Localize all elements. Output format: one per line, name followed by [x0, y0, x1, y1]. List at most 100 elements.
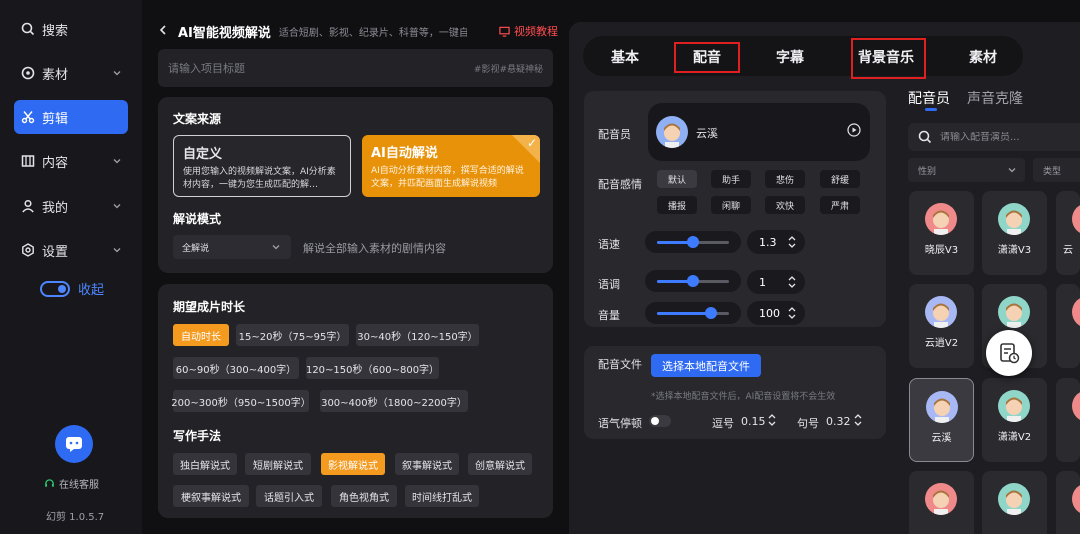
chevron-down-icon	[112, 155, 122, 170]
writing-option[interactable]: 时间线打乱式	[405, 485, 479, 507]
content-icon	[20, 153, 36, 169]
voice-card[interactable]	[1056, 378, 1080, 462]
writing-option[interactable]: 影视解说式	[321, 453, 385, 475]
period-value[interactable]: 0.32	[826, 415, 851, 428]
avatar	[926, 391, 958, 423]
emotion-option[interactable]: 舒缓	[820, 170, 860, 188]
speed-stepper[interactable]: 1.3	[747, 230, 805, 254]
writing-option[interactable]: 叙事解说式	[395, 453, 459, 475]
stepper-arrows-icon[interactable]	[787, 234, 797, 253]
voice-search-input[interactable]	[940, 131, 1080, 143]
tab-subtitle[interactable]: 字幕	[776, 47, 804, 67]
voice-card[interactable]: 云	[1056, 191, 1080, 275]
tutorial-link[interactable]: 视频教程	[499, 23, 558, 39]
voice-card-name: 云逍V2	[924, 338, 959, 349]
online-service-label: 在线客服	[59, 480, 99, 491]
emotion-option[interactable]: 严肃	[820, 196, 860, 214]
emotion-option[interactable]: 默认	[657, 170, 697, 188]
voice-card-name: 潇潇V2	[997, 432, 1032, 443]
collapse-toggle[interactable]: 收起	[40, 279, 104, 298]
emotion-option[interactable]: 悲伤	[765, 170, 805, 188]
voice-card[interactable]: 潇潇V2	[982, 378, 1047, 462]
sidebar-item-mine[interactable]: 我的	[14, 189, 128, 223]
voice-card[interactable]: 云逍V2	[909, 284, 974, 368]
emotion-option[interactable]: 播报	[657, 196, 697, 214]
writing-option[interactable]: 创意解说式	[468, 453, 532, 475]
duration-option[interactable]: 60~90秒（300~400字）	[173, 357, 299, 379]
source-custom-card[interactable]: 自定义 使用您输入的视频解说文案，AI分析素材内容，一键为您生成匹配的解…	[173, 135, 351, 197]
writing-option[interactable]: 独白解说式	[173, 453, 237, 475]
gender-filter[interactable]: 性别	[908, 158, 1025, 182]
project-title-field[interactable]: #影视#悬疑神秘	[158, 49, 553, 87]
sidebar-item-content[interactable]: 内容	[14, 144, 128, 178]
source-ai-desc: AI自动分析素材内容，撰写合适的解说文案，并匹配画面生成解说视频	[371, 166, 524, 189]
volume-stepper[interactable]: 100	[747, 301, 805, 325]
voice-card[interactable]	[909, 471, 974, 534]
customer-service-button[interactable]	[55, 425, 93, 463]
emotion-option[interactable]: 欢快	[765, 196, 805, 214]
duration-option[interactable]: 120~150秒（600~800字）	[306, 357, 439, 379]
sidebar-item-label: 设置	[42, 244, 69, 260]
duration-option[interactable]: 300~400秒（1800~2200字）	[320, 390, 468, 412]
voice-card[interactable]: 晓辰V3	[909, 191, 974, 275]
voice-card[interactable]	[1056, 284, 1080, 368]
choose-local-voice-button[interactable]: 选择本地配音文件	[651, 354, 761, 377]
voice-card[interactable]	[1056, 471, 1080, 534]
slider-knob[interactable]	[705, 307, 717, 319]
type-filter[interactable]: 类型	[1033, 158, 1080, 182]
tab-voice-actors[interactable]: 配音员	[908, 88, 950, 108]
sidebar-item-edit[interactable]: 剪辑	[14, 100, 128, 134]
stepper-arrows-icon[interactable]	[853, 411, 863, 432]
mode-select-value: 全解说	[182, 243, 210, 254]
volume-slider[interactable]	[645, 302, 741, 324]
writing-option[interactable]: 梗叙事解说式	[173, 485, 249, 507]
mode-select[interactable]: 全解说	[173, 235, 291, 259]
mode-heading: 解说模式	[173, 212, 222, 226]
back-icon[interactable]	[158, 24, 168, 39]
avatar	[925, 296, 957, 328]
tab-basic[interactable]: 基本	[611, 47, 639, 67]
stepper-arrows-icon[interactable]	[787, 274, 797, 293]
duration-option[interactable]: 200~300秒（950~1500字）	[171, 390, 311, 412]
slider-knob[interactable]	[687, 275, 699, 287]
source-ai-card[interactable]: ✓ AI自动解说 AI自动分析素材内容，撰写合适的解说文案，并匹配画面生成解说视…	[362, 135, 540, 197]
pitch-slider[interactable]	[645, 270, 741, 292]
comma-value[interactable]: 0.15	[741, 415, 766, 428]
project-title-input[interactable]	[168, 61, 448, 75]
sidebar-item-search[interactable]: 搜索	[14, 12, 128, 46]
voice-card[interactable]: 潇潇V3	[982, 191, 1047, 275]
stepper-arrows-icon[interactable]	[787, 305, 797, 324]
slider-knob[interactable]	[687, 236, 699, 248]
voice-card[interactable]	[982, 471, 1047, 534]
voice-card-name: 云	[1063, 245, 1073, 256]
avatar	[925, 483, 957, 515]
duration-option[interactable]: 15~20秒（75~95字）	[236, 324, 349, 346]
emotion-option[interactable]: 闲聊	[711, 196, 751, 214]
voice-card[interactable]: 云溪	[909, 378, 974, 462]
duration-option[interactable]: 自动时长	[173, 324, 229, 346]
tab-material[interactable]: 素材	[969, 47, 997, 67]
search-icon	[918, 130, 932, 144]
sidebar-item-material[interactable]: 素材	[14, 56, 128, 90]
duration-option[interactable]: 30~40秒（120~150字）	[356, 324, 479, 346]
emotion-option[interactable]: 助手	[711, 170, 751, 188]
sidebar-item-settings[interactable]: 设置	[14, 233, 128, 267]
voice-search-field[interactable]	[908, 123, 1080, 151]
play-icon[interactable]	[847, 123, 861, 140]
speed-slider[interactable]	[645, 231, 741, 253]
check-icon: ✓	[526, 136, 537, 150]
online-service-link[interactable]: 在线客服	[44, 476, 99, 491]
pause-toggle[interactable]	[649, 415, 671, 427]
pitch-stepper[interactable]: 1	[747, 270, 805, 294]
source-custom-desc: 使用您输入的视频解说文案，AI分析素材内容，一键为您生成匹配的解…	[183, 167, 336, 190]
writing-option[interactable]: 短剧解说式	[245, 453, 311, 475]
writing-option[interactable]: 话题引入式	[256, 485, 322, 507]
tab-voice-clone[interactable]: 声音克隆	[967, 88, 1023, 108]
stepper-arrows-icon[interactable]	[767, 411, 777, 432]
emotion-label: 配音感情	[598, 178, 642, 191]
history-float-button[interactable]	[986, 330, 1032, 376]
pitch-value: 1	[759, 275, 766, 289]
document-clock-icon	[1000, 343, 1020, 364]
sidebar-item-label: 素材	[42, 67, 69, 83]
writing-option[interactable]: 角色视角式	[331, 485, 397, 507]
